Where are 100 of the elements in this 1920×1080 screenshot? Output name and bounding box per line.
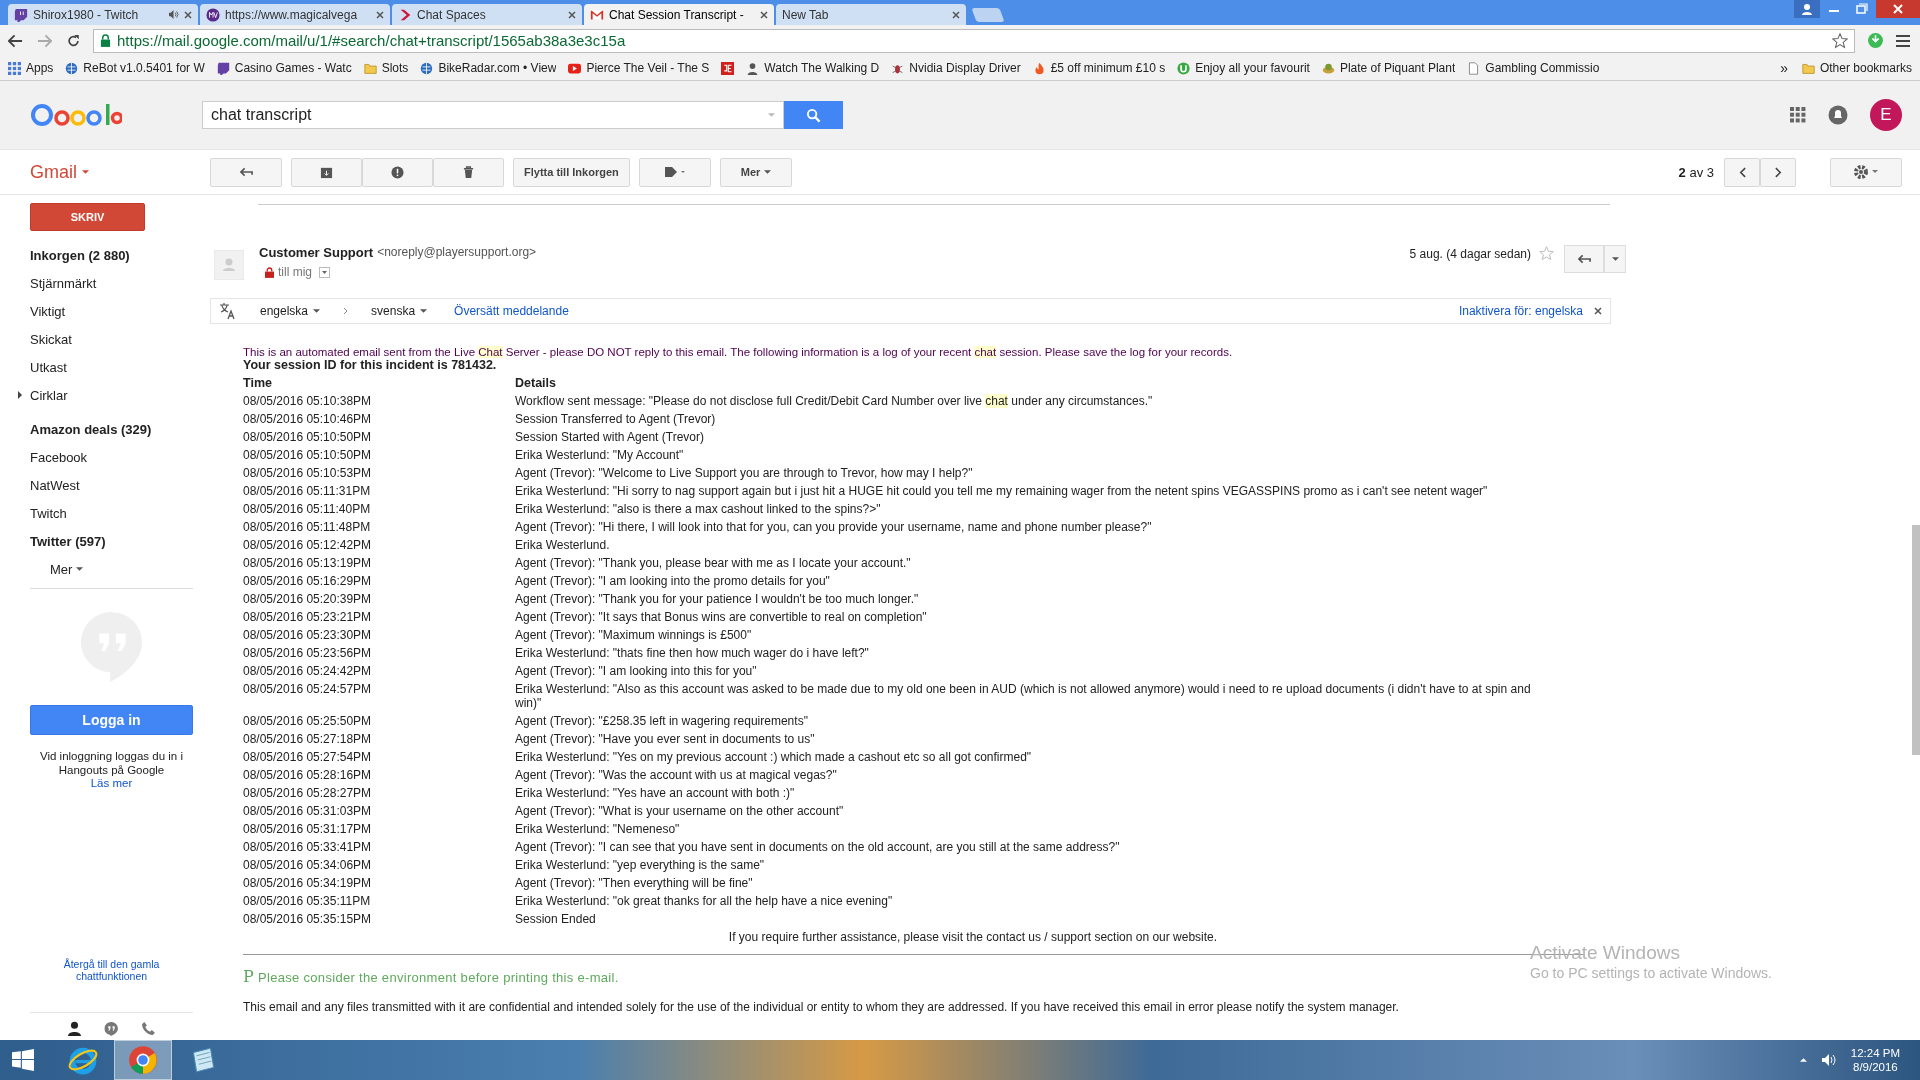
close-icon[interactable] <box>760 10 768 19</box>
search-icon <box>806 107 821 123</box>
bookmark[interactable]: £5 off minimum £10 s <box>1032 61 1166 75</box>
expand-icon[interactable] <box>18 391 22 399</box>
sender-address: <noreply@playersupport.org> <box>377 245 537 260</box>
menu-icon[interactable] <box>1896 34 1910 47</box>
delete-button[interactable] <box>433 157 504 187</box>
time-cell-text: 08/05/2016 05:24:57PM <box>243 682 373 698</box>
learn-more-link[interactable]: Läs mer <box>90 777 133 789</box>
details-cell-text: Erika Westerlund: "My Account" <box>515 448 685 462</box>
avatar <box>214 250 244 280</box>
browser-tab[interactable]: Chat Session Transcript - <box>584 4 774 25</box>
old-chat-link[interactable]: Återgå till den gamla chattfunktionen <box>30 958 193 982</box>
reload-icon[interactable] <box>66 33 81 48</box>
star-icon[interactable] <box>1539 246 1554 261</box>
phone-icon[interactable] <box>141 1021 156 1036</box>
back-button[interactable] <box>210 157 282 187</box>
browser-tab[interactable]: New Tab <box>776 4 966 25</box>
details-cell-text: Erika Westerlund: "ok great thanks for all the help have a nice evening" <box>515 894 894 908</box>
folder-link[interactable]: Twitch <box>30 505 67 521</box>
bookmark[interactable]: Slots <box>363 61 409 75</box>
translate-link[interactable]: Översätt meddelande <box>454 304 569 318</box>
caret-icon[interactable] <box>82 170 89 174</box>
close-icon[interactable] <box>952 10 960 19</box>
move-button[interactable]: Flytta till Inkorgen <box>513 157 630 187</box>
label-button[interactable] <box>638 157 711 187</box>
tray-arrow-icon[interactable] <box>1799 1058 1807 1062</box>
bookmark[interactable]: Pierce The Veil - The S <box>568 61 710 75</box>
browser-tab[interactable]: Chat Spaces <box>392 4 582 25</box>
browser-tab[interactable]: Shirox1980 - Twitch <box>8 4 198 25</box>
user-icon[interactable] <box>1794 0 1820 18</box>
back-icon[interactable] <box>8 33 23 48</box>
folder-link[interactable]: Skickat <box>30 331 72 347</box>
folder-link[interactable]: Cirklar <box>30 387 68 403</box>
logo-icon <box>206 7 220 22</box>
folder-link[interactable]: Facebook <box>30 449 88 465</box>
star-icon[interactable] <box>1832 32 1848 49</box>
folder-link[interactable]: Twitter (597) <box>30 533 106 549</box>
more-button[interactable]: Mer <box>719 157 793 187</box>
chat-bubble-icon[interactable] <box>104 1021 119 1036</box>
windows-icon[interactable] <box>12 1049 34 1071</box>
notification-icon[interactable] <box>1828 105 1848 125</box>
logo-icon[interactable] <box>721 61 735 75</box>
sign-in-button[interactable]: Logga in <box>30 705 193 735</box>
settings-button[interactable] <box>1830 157 1902 187</box>
compose-button[interactable]: SKRIV <box>30 203 145 231</box>
overflow-button[interactable]: » <box>1780 60 1788 76</box>
bookmark-folder[interactable]: Other bookmarks <box>1801 61 1912 75</box>
search-field[interactable]: chat transcript <box>202 101 784 129</box>
clock-time[interactable]: 12:24 PM <box>1850 1046 1900 1060</box>
folder-link[interactable]: Viktigt <box>30 303 66 319</box>
avatar[interactable]: E <box>1870 99 1902 131</box>
time-cell-text: 08/05/2016 05:11:48PM <box>243 520 372 534</box>
folder-link[interactable]: Stjärnmärkt <box>30 275 97 291</box>
sign-in-note: Vid inloggning loggas du in i Hangouts på Google <box>39 749 184 777</box>
bookmark[interactable]: Nvidia Display Driver <box>891 61 1021 75</box>
folder-link[interactable]: Amazon deals (329) <box>30 421 152 437</box>
reply-button[interactable] <box>1564 245 1604 273</box>
disable-translation-link[interactable]: Inaktivera för: engelska <box>1458 304 1583 318</box>
details-cell-text: Agent (Trevor): "Then everything will be fine" <box>515 876 754 890</box>
close-icon[interactable] <box>376 10 384 19</box>
folder-link[interactable]: Utkast <box>30 359 67 375</box>
page-icon <box>1467 61 1481 75</box>
bookmark[interactable]: Plate of Piquant Plant <box>1321 61 1456 75</box>
archive-button[interactable] <box>291 157 362 187</box>
folder-link[interactable]: Inkorgen (2 880) <box>30 247 130 263</box>
app-switcher[interactable]: Gmail <box>30 161 77 183</box>
search-button[interactable] <box>784 101 843 129</box>
clock-date[interactable]: 8/9/2016 <box>1853 1060 1898 1074</box>
bookmark[interactable]: BikeRadar.com • View <box>420 61 557 75</box>
caret-icon[interactable] <box>313 309 321 313</box>
reply-icon <box>1577 254 1591 264</box>
close-icon[interactable] <box>184 10 192 19</box>
close-icon[interactable] <box>1594 307 1602 315</box>
language-dropdown[interactable]: svenska <box>371 304 416 318</box>
more-options-button[interactable] <box>1604 245 1626 273</box>
bookmark[interactable]: Casino Games - Watc <box>216 61 352 75</box>
browser-tab[interactable]: https://www.magicalvega <box>200 4 390 25</box>
close-icon[interactable] <box>1876 0 1920 18</box>
apps-icon[interactable] <box>1790 107 1806 123</box>
spam-button[interactable] <box>362 157 433 187</box>
caret-icon[interactable] <box>76 567 84 571</box>
bookmark[interactable]: Gambling Commissio <box>1467 61 1600 75</box>
taskbar-button[interactable] <box>114 1040 172 1080</box>
details-dropdown[interactable] <box>319 266 330 278</box>
speaker-icon[interactable] <box>1820 1053 1837 1067</box>
folder-link[interactable]: NatWest <box>30 477 80 493</box>
person-icon[interactable] <box>67 1021 82 1036</box>
bookmark[interactable]: Enjoy all your favourit <box>1177 61 1310 75</box>
scrollbar-thumb[interactable] <box>1912 525 1920 755</box>
bookmark[interactable]: Apps <box>8 61 54 75</box>
bookmark[interactable]: ReBot v1.0.5401 for W <box>65 61 205 75</box>
caret-icon[interactable] <box>420 309 428 313</box>
language-dropdown[interactable]: engelska <box>260 304 309 318</box>
more-link[interactable]: Mer <box>50 561 73 577</box>
close-icon[interactable] <box>568 10 576 19</box>
address-bar[interactable]: https://mail.google.com/mail/u/1/#search/chat+transcript/1565ab38a3e3c15a <box>93 28 1855 53</box>
speaker-icon[interactable] <box>168 10 179 19</box>
bookmark[interactable]: Watch The Walking D <box>746 61 880 75</box>
twitch-icon <box>216 61 230 75</box>
